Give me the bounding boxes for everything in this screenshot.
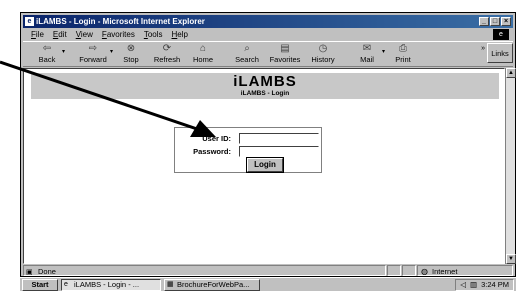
pointer-arrow <box>0 60 216 137</box>
arrow-line <box>0 60 201 132</box>
